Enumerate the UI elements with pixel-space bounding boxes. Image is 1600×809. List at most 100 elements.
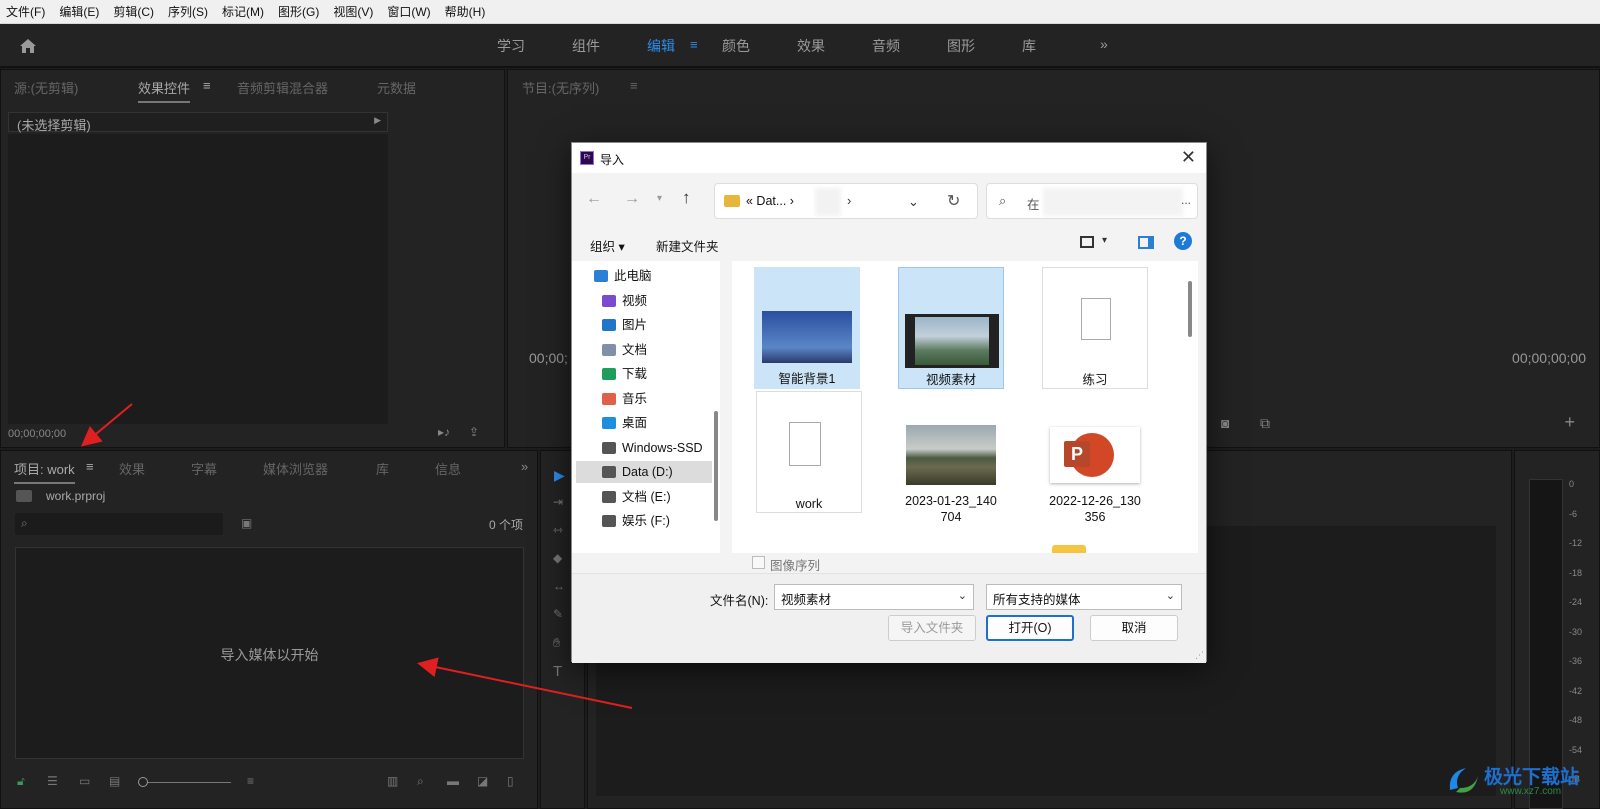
nav-item[interactable]: 此电脑 <box>576 265 712 287</box>
file-item[interactable]: 练习 <box>1042 267 1148 389</box>
photo-thumbnail <box>906 425 996 485</box>
video-frame <box>915 317 989 365</box>
file-item[interactable]: 2023-01-23_140704 <box>898 391 1004 531</box>
view-dropdown-icon[interactable]: ▾ <box>1102 235 1107 246</box>
blank-file-icon <box>1081 298 1111 340</box>
nav-item-label: 文档 <box>622 342 648 357</box>
nav-item[interactable]: 娱乐 (F:) <box>576 510 712 532</box>
nav-item[interactable]: 下载 <box>576 363 712 385</box>
nav-item-label: 此电脑 <box>614 269 652 283</box>
refresh-icon[interactable]: ↻ <box>947 191 960 211</box>
document-folder-icon <box>602 343 616 356</box>
arrow-to-project-tab <box>80 403 133 447</box>
powerpoint-p-icon: P <box>1064 441 1090 467</box>
search-placeholder: 在 <box>1027 198 1040 212</box>
file-type-dropdown-icon[interactable]: ⌄ <box>1166 589 1175 602</box>
video-thumbnail <box>905 314 999 368</box>
address-dropdown-icon[interactable]: ⌄ <box>908 194 919 210</box>
filename-value: 视频素材 <box>781 593 832 607</box>
nav-item-label: 音乐 <box>622 391 648 406</box>
breadcrumb[interactable]: « Dat... › <box>746 194 794 208</box>
nav-item[interactable]: 文档 (E:) <box>576 486 712 508</box>
open-button[interactable]: 打开(O) <box>986 615 1074 641</box>
file-type-value: 所有支持的媒体 <box>993 593 1081 607</box>
image-sequence-checkbox[interactable] <box>752 556 765 569</box>
file-item[interactable]: 智能背景1 <box>754 267 860 389</box>
nav-item-label: 文档 (E:) <box>622 489 671 504</box>
nav-item[interactable]: Windows-SSD <box>576 437 712 459</box>
view-mode-icon[interactable] <box>1080 236 1094 248</box>
address-bar[interactable]: « Dat... › › ⌄ ↻ <box>714 183 978 219</box>
computer-icon <box>594 270 608 282</box>
drive-icon <box>602 441 616 454</box>
dialog-titlebar: Pr 导入 ✕ <box>572 143 1206 173</box>
file-item[interactable]: 视频素材 <box>898 267 1004 389</box>
blank-file-icon <box>789 422 821 466</box>
nav-item[interactable]: 图片 <box>576 314 712 336</box>
import-folder-button[interactable]: 导入文件夹 <box>888 615 976 641</box>
resize-grip-icon[interactable]: ⋰ <box>1195 650 1204 661</box>
partial-folder-icon <box>1052 545 1086 553</box>
watermark: 极光下载站 www.xz7.com <box>1440 760 1600 809</box>
arrow-to-drop-area <box>417 657 633 709</box>
filename-label: 文件名(N): <box>710 594 769 608</box>
nav-item-label: Data (D:) <box>622 465 673 479</box>
navigation-pane: 此电脑视频图片文档下载音乐桌面 Windows-SSD Data (D:) 文档 (E… <box>572 261 720 553</box>
search-icon: ⌕ <box>999 193 1007 208</box>
desktop-icon <box>602 417 616 429</box>
file-name: 2022-12-26_130356 <box>1049 494 1141 524</box>
drive-icon <box>602 515 616 527</box>
file-name: 2023-01-23_140704 <box>905 494 997 524</box>
file-name: work <box>795 497 823 511</box>
filename-input[interactable]: 视频素材 ⌄ <box>774 584 974 610</box>
file-item[interactable]: work <box>756 391 862 513</box>
nav-item-label: Windows-SSD <box>622 440 703 455</box>
music-icon <box>602 392 616 405</box>
file-type-select[interactable]: 所有支持的媒体 ⌄ <box>986 584 1182 610</box>
up-icon[interactable]: ↑ <box>682 188 691 208</box>
organize-button[interactable]: 组织 ▾ <box>590 236 625 255</box>
forward-icon[interactable]: → <box>624 190 640 208</box>
premiere-logo-icon: Pr <box>580 151 594 165</box>
breadcrumb-separator-icon: › <box>847 193 852 208</box>
import-dialog: Pr 导入 ✕ ← → ▾ ↑ « Dat... › › ⌄ ↻ ⌕ 在 ...… <box>571 142 1207 663</box>
file-scrollbar[interactable] <box>1188 281 1192 337</box>
folder-icon <box>724 195 740 207</box>
drive-icon <box>602 490 616 503</box>
nav-item-label: 图片 <box>622 318 648 332</box>
back-icon[interactable]: ← <box>586 190 602 208</box>
filename-dropdown-icon[interactable]: ⌄ <box>958 589 967 602</box>
nav-scrollbar[interactable] <box>714 411 718 521</box>
nav-item[interactable]: 桌面 <box>576 412 712 434</box>
image-sequence-label: 图像序列 <box>770 559 821 573</box>
file-item[interactable]: P 2022-12-26_130356 <box>1042 391 1148 531</box>
nav-item[interactable]: 音乐 <box>576 388 712 410</box>
close-icon[interactable]: ✕ <box>1181 147 1196 168</box>
search-ellipsis: ... <box>1180 193 1191 207</box>
drive-icon <box>602 466 616 478</box>
dialog-footer: 文件名(N): 视频素材 ⌄ 所有支持的媒体 ⌄ 导入文件夹 打开(O) 取消 … <box>572 573 1206 663</box>
picture-folder-icon <box>602 319 616 331</box>
nav-item[interactable]: Data (D:) <box>576 461 712 483</box>
new-folder-button[interactable]: 新建文件夹 <box>656 236 719 255</box>
blurred-search-text <box>1043 188 1183 216</box>
help-icon[interactable]: ? <box>1174 232 1192 250</box>
download-icon <box>602 368 616 380</box>
nav-item-label: 下载 <box>622 367 648 381</box>
nav-item-label: 视频 <box>622 293 648 308</box>
nav-item[interactable]: 文档 <box>576 339 712 361</box>
search-box[interactable]: ⌕ 在 ... <box>986 183 1198 219</box>
file-list: 智能背景1 视频素材 练习 work 2023-01-23_140704 P 2… <box>732 261 1198 553</box>
preview-pane-icon[interactable] <box>1138 236 1154 249</box>
blurred-path <box>815 188 841 216</box>
nav-item-label: 桌面 <box>622 416 648 430</box>
video-folder-icon <box>602 294 616 307</box>
dialog-title: 导入 <box>600 153 625 167</box>
nav-item-label: 娱乐 (F:) <box>622 514 670 528</box>
watermark-text: 极光下载站 <box>1484 767 1580 788</box>
recent-locations-icon[interactable]: ▾ <box>657 193 662 204</box>
nav-item[interactable]: 视频 <box>576 290 712 312</box>
file-name: 练习 <box>1082 373 1108 387</box>
watermark-logo-icon <box>1449 768 1478 793</box>
cancel-button[interactable]: 取消 <box>1090 615 1178 641</box>
